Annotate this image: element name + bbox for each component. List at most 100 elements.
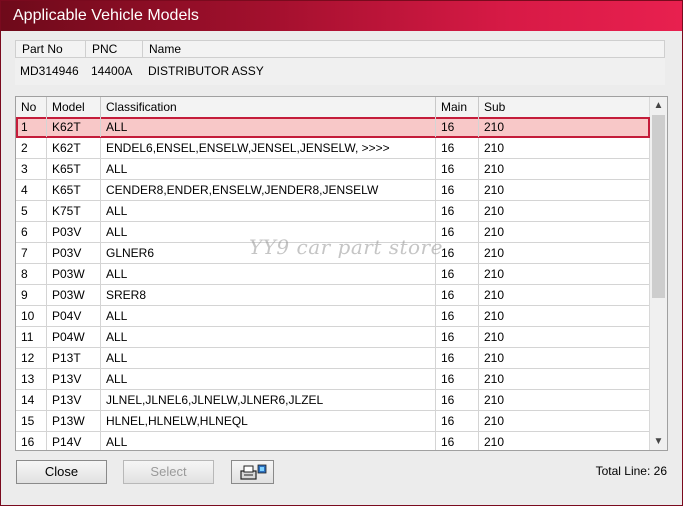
cell-model: P13V: [47, 390, 101, 410]
name-header: Name: [149, 42, 182, 56]
scrollbar-thumb[interactable]: [652, 115, 665, 298]
table-row[interactable]: 13 P13V ALL 16 210: [16, 369, 650, 390]
cell-classification: ALL: [101, 117, 436, 137]
table-row[interactable]: 1 K62T ALL 16 210: [16, 117, 650, 138]
window-title: Applicable Vehicle Models: [1, 1, 682, 31]
cell-main: 16: [436, 159, 479, 179]
cell-main: 16: [436, 327, 479, 347]
table-row[interactable]: 12 P13T ALL 16 210: [16, 348, 650, 369]
cell-classification: ALL: [101, 369, 436, 389]
cell-main: 16: [436, 201, 479, 221]
cell-main: 16: [436, 306, 479, 326]
table-row[interactable]: 3 K65T ALL 16 210: [16, 159, 650, 180]
cell-no: 8: [16, 264, 47, 284]
cell-classification: ALL: [101, 159, 436, 179]
cell-sub: 210: [484, 393, 505, 407]
cell-classification: JLNEL,JLNEL6,JLNELW,JLNER6,JLZEL: [101, 390, 436, 410]
table-row[interactable]: 9 P03W SRER8 16 210: [16, 285, 650, 306]
cell-classification: ALL: [101, 348, 436, 368]
table-row[interactable]: 6 P03V ALL 16 210: [16, 222, 650, 243]
column-header-sub[interactable]: Sub: [479, 97, 650, 117]
cell-classification: ALL: [101, 306, 436, 326]
cell-no: 16: [16, 432, 47, 450]
cell-sub: 210: [484, 225, 505, 239]
cell-sub: 210: [484, 267, 505, 281]
part-no-header: Part No: [16, 41, 86, 58]
cell-classification: GLNER6: [101, 243, 436, 263]
cell-sub: 210: [484, 330, 505, 344]
part-info-panel: Part No PNC Name MD314946 14400A DISTRIB…: [15, 40, 665, 85]
total-line-label: Total Line: 26: [595, 464, 667, 478]
cell-main: 16: [436, 264, 479, 284]
cell-main: 16: [436, 285, 479, 305]
cell-classification: HLNEL,HLNELW,HLNEQL: [101, 411, 436, 431]
cell-no: 10: [16, 306, 47, 326]
table-row[interactable]: 15 P13W HLNEL,HLNELW,HLNEQL 16 210: [16, 411, 650, 432]
cell-sub: 210: [484, 120, 505, 134]
cell-main: 16: [436, 390, 479, 410]
grid-header: No Model Classification Main Sub: [16, 97, 650, 118]
cell-model: K65T: [47, 180, 101, 200]
close-button[interactable]: Close: [16, 460, 107, 484]
cell-no: 1: [16, 117, 47, 137]
cell-model: K62T: [47, 138, 101, 158]
column-header-no[interactable]: No: [16, 97, 47, 117]
applicable-vehicle-models-window: Applicable Vehicle Models Part No PNC Na…: [0, 0, 683, 506]
cell-model: K65T: [47, 159, 101, 179]
cell-no: 4: [16, 180, 47, 200]
cell-model: P13V: [47, 369, 101, 389]
cell-classification: ALL: [101, 327, 436, 347]
select-button[interactable]: Select: [123, 460, 214, 484]
print-button[interactable]: [231, 460, 274, 484]
column-header-classification[interactable]: Classification: [101, 97, 436, 117]
table-row[interactable]: 8 P03W ALL 16 210: [16, 264, 650, 285]
name-value: DISTRIBUTOR ASSY: [148, 64, 264, 78]
cell-sub: 210: [484, 414, 505, 428]
cell-classification: ENDEL6,ENSEL,ENSELW,JENSEL,JENSELW, >>>>: [101, 138, 436, 158]
cell-model: P13W: [47, 411, 101, 431]
cell-main: 16: [436, 432, 479, 450]
table-row[interactable]: 2 K62T ENDEL6,ENSEL,ENSELW,JENSEL,JENSELW,…: [16, 138, 650, 159]
cell-sub: 210: [484, 372, 505, 386]
cell-model: P14V: [47, 432, 101, 450]
cell-no: 7: [16, 243, 47, 263]
cell-classification: SRER8: [101, 285, 436, 305]
cell-no: 3: [16, 159, 47, 179]
part-info-header: Part No PNC Name: [15, 40, 665, 58]
pnc-value: 14400A: [91, 64, 133, 78]
table-row[interactable]: 7 P03V GLNER6 16 210: [16, 243, 650, 264]
cell-no: 6: [16, 222, 47, 242]
table-row[interactable]: 5 K75T ALL 16 210: [16, 201, 650, 222]
cell-no: 11: [16, 327, 47, 347]
column-header-main[interactable]: Main: [436, 97, 479, 117]
cell-classification: ALL: [101, 201, 436, 221]
cell-no: 5: [16, 201, 47, 221]
cell-main: 16: [436, 180, 479, 200]
cell-main: 16: [436, 138, 479, 158]
cell-main: 16: [436, 411, 479, 431]
cell-model: P04V: [47, 306, 101, 326]
column-header-model[interactable]: Model: [47, 97, 101, 117]
cell-model: P03V: [47, 222, 101, 242]
table-row[interactable]: 11 P04W ALL 16 210: [16, 327, 650, 348]
table-row[interactable]: 16 P14V ALL 16 210: [16, 432, 650, 450]
cell-main: 16: [436, 243, 479, 263]
vertical-scrollbar[interactable]: ▲ ▼: [649, 97, 667, 450]
table-row[interactable]: 14 P13V JLNEL,JLNEL6,JLNELW,JLNER6,JLZEL 16…: [16, 390, 650, 411]
cell-sub: 210: [484, 435, 505, 449]
cell-sub: 210: [484, 183, 505, 197]
cell-classification: CENDER8,ENDER,ENSELW,JENDER8,JENSELW: [101, 180, 436, 200]
cell-model: P03W: [47, 264, 101, 284]
cell-classification: ALL: [101, 432, 436, 450]
scroll-down-icon[interactable]: ▼: [650, 433, 667, 450]
table-row[interactable]: 10 P04V ALL 16 210: [16, 306, 650, 327]
vehicle-models-grid[interactable]: No Model Classification Main Sub 1 K62T AL…: [15, 96, 668, 451]
cell-model: P03V: [47, 243, 101, 263]
cell-model: P03W: [47, 285, 101, 305]
cell-model: P04W: [47, 327, 101, 347]
cell-no: 2: [16, 138, 47, 158]
cell-sub: 210: [484, 141, 505, 155]
printer-icon: [239, 464, 266, 480]
scroll-up-icon[interactable]: ▲: [650, 97, 667, 114]
table-row[interactable]: 4 K65T CENDER8,ENDER,ENSELW,JENDER8,JENSEL…: [16, 180, 650, 201]
